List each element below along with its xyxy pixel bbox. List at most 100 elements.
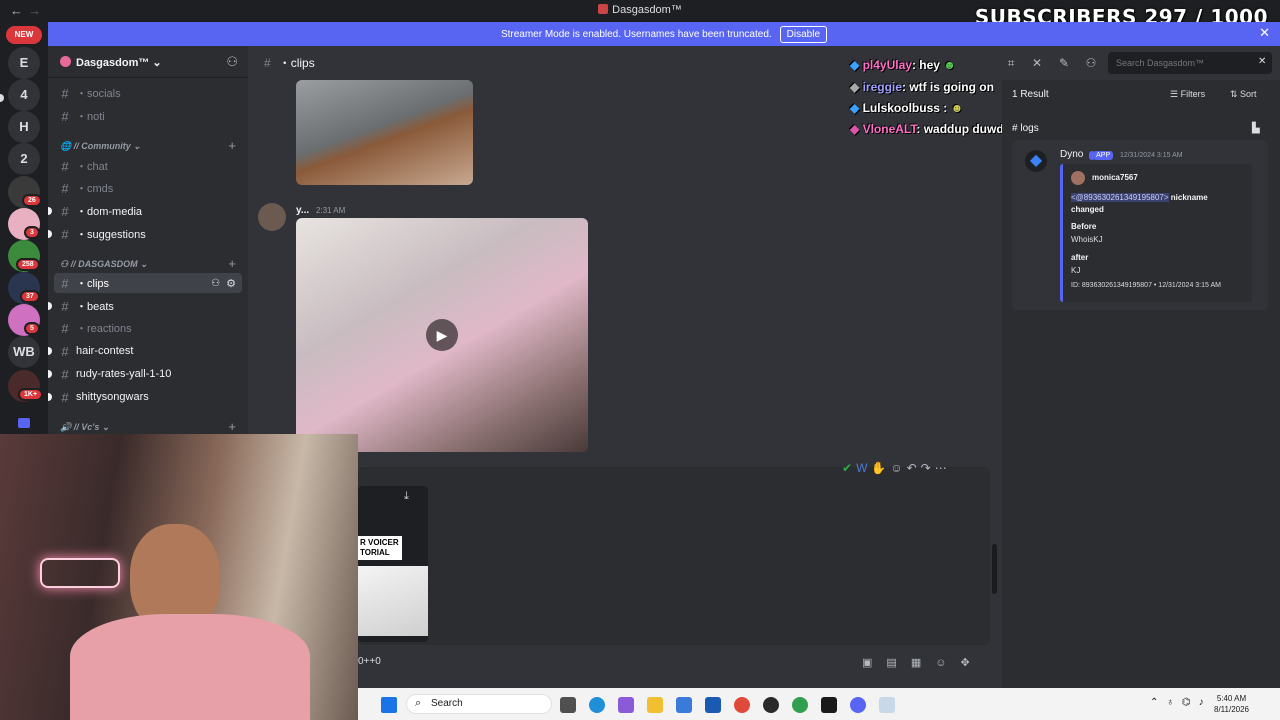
pin-icon[interactable]: ✎ (1057, 56, 1071, 70)
file-explorer-icon[interactable] (647, 697, 663, 713)
threads-icon[interactable]: ⌗ (1004, 56, 1018, 70)
dyno-avatar-icon[interactable]: ◆ (1025, 150, 1047, 172)
channel-rudy-rates[interactable]: # rudy-rates-yall-1-10 (54, 364, 242, 384)
reply-icon[interactable]: ↶ (907, 461, 921, 475)
system-tray: ⌃♁⌬♪ (1150, 697, 1212, 708)
add-channel-icon[interactable]: + (228, 419, 236, 434)
w-emoji-icon[interactable]: W (856, 461, 871, 475)
chevron-up-icon[interactable]: ⌃ (1150, 697, 1166, 708)
badge-icon: ◆ (850, 122, 860, 136)
play-icon[interactable]: ▶ (426, 319, 458, 351)
channel-socials[interactable]: # ・socials (54, 83, 242, 103)
channel-dom-media[interactable]: # ・dom-media (54, 201, 242, 221)
webcam-overlay (0, 434, 358, 720)
mention-badge: 3 (24, 226, 40, 239)
streamer-body (70, 614, 310, 720)
server-logo-icon (598, 4, 609, 14)
mic-icon[interactable]: ♁ (1166, 697, 1182, 708)
windows-start-icon[interactable] (381, 697, 397, 713)
chrome-icon[interactable] (734, 697, 750, 713)
gift-icon[interactable]: ▣ (862, 657, 886, 669)
close-icon[interactable]: ✕ (1259, 25, 1270, 41)
sort-button[interactable]: ⇅ Sort (1230, 89, 1257, 100)
filters-button[interactable]: ☰ Filters (1170, 89, 1205, 100)
taskbar-search[interactable]: ⌕ Search (406, 694, 552, 714)
server-e[interactable]: E (8, 47, 40, 79)
neon-sign (40, 558, 120, 588)
sticker-icon[interactable]: ▦ (911, 657, 935, 669)
network-icon[interactable]: ⌬ (1182, 697, 1199, 708)
video-attachment[interactable]: ▶ (296, 218, 588, 452)
more-icon[interactable]: ⋯ (935, 461, 951, 475)
avatar[interactable] (258, 203, 286, 231)
volume-icon[interactable]: ♪ (1199, 697, 1212, 708)
server-2[interactable]: 2 (8, 143, 40, 175)
terminal-icon[interactable] (821, 697, 837, 713)
jump-icon[interactable]: ▙ (1252, 123, 1260, 134)
invite-icon[interactable]: ⚇ (211, 278, 220, 289)
category-dasgasdom[interactable]: ⚇ // DASGASDOM ⌄ (60, 259, 148, 270)
new-badge[interactable]: NEW (6, 26, 42, 44)
hash-icon: # (61, 275, 69, 291)
bot-header: Dyno APP 12/31/2024 3:15 AM (1060, 149, 1183, 160)
badge-icon: ◆ (850, 80, 860, 94)
message-input[interactable]: 0++0 (358, 656, 381, 667)
channel-suggestions[interactable]: # ・suggestions (54, 224, 242, 244)
channel-cmds[interactable]: # ・cmds (54, 178, 242, 198)
store-icon[interactable] (705, 697, 721, 713)
category-vcs[interactable]: 🔊 // Vc's ⌄ (60, 422, 109, 433)
clear-search-icon[interactable]: ✕ (1258, 56, 1266, 67)
emoji-icon[interactable]: ☺ (935, 657, 960, 669)
channel-reactions[interactable]: # ・reactions (54, 318, 242, 338)
image-attachment[interactable] (296, 80, 473, 185)
hash-icon: # (61, 320, 69, 336)
search-input[interactable] (1108, 52, 1272, 74)
channel-hair-contest[interactable]: # hair-contest (54, 341, 242, 361)
add-channel-icon[interactable]: + (228, 256, 236, 271)
server-h[interactable]: H (8, 111, 40, 143)
category-community[interactable]: 🌐 // Community ⌄ (60, 141, 141, 152)
edge-icon[interactable] (589, 697, 605, 713)
disable-button[interactable]: Disable (779, 25, 828, 43)
folder-icon[interactable] (18, 418, 30, 428)
app-icon[interactable] (879, 697, 895, 713)
banner-text: Streamer Mode is enabled. Usernames have… (500, 28, 772, 40)
task-view-icon[interactable] (560, 697, 576, 713)
apps-icon[interactable]: ✥ (960, 657, 983, 669)
hash-icon: # (61, 108, 69, 124)
notification-bell-icon[interactable]: ✕ (1030, 56, 1044, 70)
scrollbar[interactable] (992, 544, 997, 594)
add-member-icon[interactable]: ⚇ (226, 54, 238, 70)
server-header[interactable]: Dasgasdom™ ⌄ ⚇ (48, 46, 248, 78)
forward-icon[interactable]: ↷ (921, 461, 935, 475)
gear-icon[interactable]: ⚙ (226, 277, 236, 290)
hash-icon: # (61, 203, 69, 219)
hash-icon: # (61, 389, 69, 405)
chrome-icon[interactable] (792, 697, 808, 713)
hash-icon: # (61, 85, 69, 101)
gif-icon[interactable]: ▤ (886, 657, 910, 669)
clock[interactable]: 5:40 AM 8/11/2026 (1214, 693, 1249, 715)
channel-noti[interactable]: # ・noti (54, 106, 242, 126)
add-channel-icon[interactable]: + (228, 138, 236, 153)
upload-preview-area (358, 467, 990, 645)
discord-icon[interactable] (850, 697, 866, 713)
channel-chat[interactable]: # ・chat (54, 156, 242, 176)
channel-shittysongwars[interactable]: # shittysongwars (54, 387, 242, 407)
server-4[interactable]: 4 (8, 79, 40, 111)
app-icon[interactable] (618, 697, 634, 713)
member-list-icon[interactable]: ⚇ (1084, 56, 1098, 70)
channel-beats[interactable]: # ・beats (54, 296, 242, 316)
checkmark-icon[interactable]: ✔ (842, 461, 856, 475)
add-reaction-icon[interactable]: ☺ (890, 461, 906, 475)
thumbs-up-icon[interactable]: ✋ (871, 461, 890, 475)
result-channel[interactable]: # logs (1012, 123, 1039, 134)
composer-actions: ▣▤▦☺✥ (862, 656, 984, 669)
channel-clips[interactable]: # ・clips ⚇ ⚙ (54, 273, 242, 293)
obs-icon[interactable] (763, 697, 779, 713)
hash-icon: # (61, 158, 69, 174)
video-upload[interactable]: ⤓ R VOICER TORIAL (358, 486, 428, 642)
download-icon[interactable]: ⤓ (404, 490, 409, 503)
server-wb[interactable]: WB (8, 336, 40, 368)
app-icon[interactable] (676, 697, 692, 713)
